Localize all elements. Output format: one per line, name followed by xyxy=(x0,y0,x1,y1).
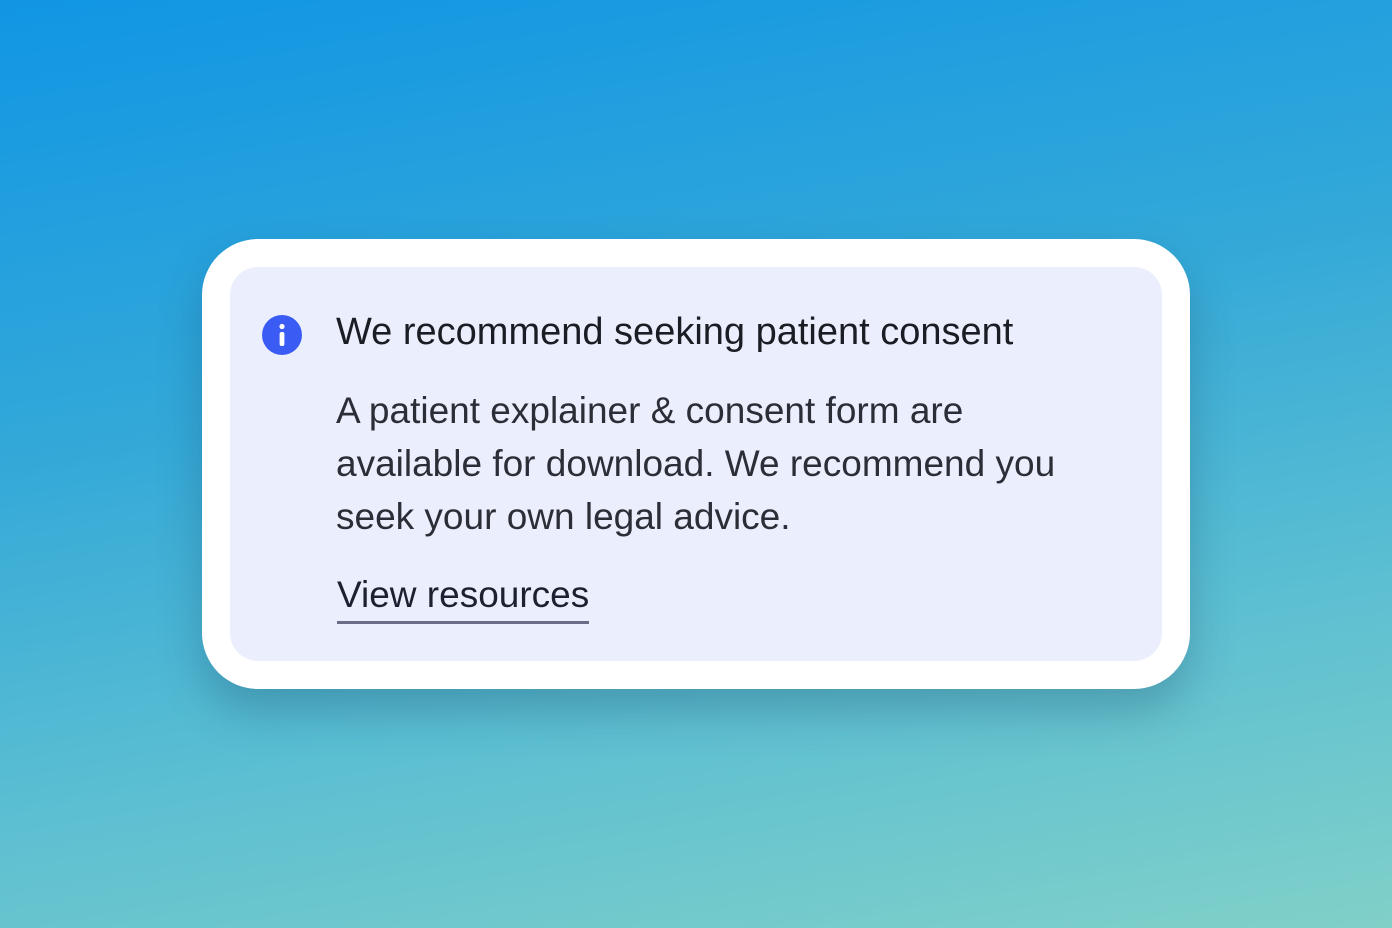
callout-body: A patient explainer & consent form are a… xyxy=(336,390,1056,537)
callout-title: We recommend seeking patient consent xyxy=(336,311,1014,353)
info-callout: We recommend seeking patient consent A p… xyxy=(230,267,1162,661)
info-icon xyxy=(262,315,302,355)
card-frame: We recommend seeking patient consent A p… xyxy=(202,239,1190,689)
view-resources-link[interactable]: View resources xyxy=(337,571,590,624)
